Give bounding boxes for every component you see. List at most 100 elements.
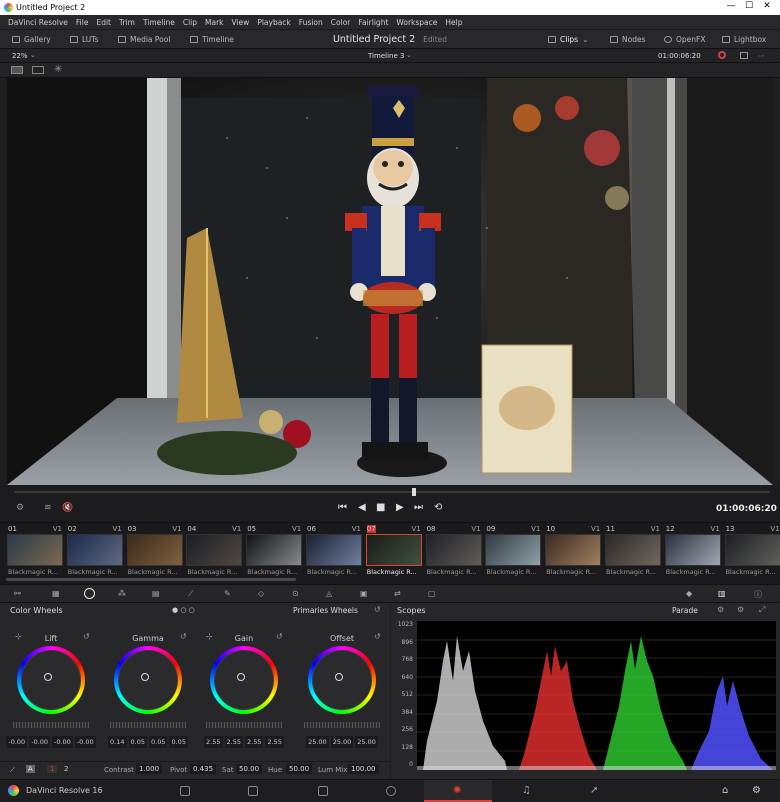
go-to-end-icon[interactable]: ⏭ <box>414 502 423 513</box>
gain-g-value[interactable]: 2.55 <box>245 736 264 748</box>
offset-handle[interactable] <box>335 673 343 681</box>
gain-b-value[interactable]: 2.55 <box>265 736 284 748</box>
menu-file[interactable]: File <box>76 18 89 27</box>
more-options-icon[interactable]: ⋯ <box>758 52 765 60</box>
lift-handle[interactable] <box>44 673 52 681</box>
cut-page-icon[interactable] <box>248 786 258 796</box>
sat-input[interactable]: 50.00 <box>236 764 263 774</box>
scopes-icon[interactable]: ▥ <box>718 589 726 598</box>
nodes-button[interactable]: Nodes <box>610 35 645 44</box>
gamma-y-value[interactable]: 0.14 <box>108 736 127 748</box>
gain-color-ring[interactable] <box>210 646 278 714</box>
gamma-b-value[interactable]: 0.05 <box>169 736 188 748</box>
offset-color-ring[interactable] <box>308 646 376 714</box>
viewer-image[interactable] <box>7 78 773 485</box>
clip-thumbnail[interactable]: 02 V1 Blackmagic R... <box>66 524 124 582</box>
color-match-icon[interactable]: ▦ <box>52 589 60 598</box>
hue-input[interactable]: 50.00 <box>286 764 313 774</box>
color-picker-icon[interactable] <box>718 51 726 59</box>
deliver-page-icon[interactable]: ➚ <box>590 785 598 796</box>
wheels-mode-dropdown[interactable]: Primaries Wheels <box>293 606 358 615</box>
gamma-g-value[interactable]: 0.05 <box>149 736 168 748</box>
offset-master-wheel[interactable] <box>304 722 380 728</box>
motion-effects-icon[interactable]: ▤ <box>152 589 160 598</box>
gamma-r-value[interactable]: 0.05 <box>128 736 147 748</box>
blur-icon[interactable]: ◬ <box>326 589 332 598</box>
menu-fusion[interactable]: Fusion <box>299 18 323 27</box>
lum-mix-input[interactable]: 100.00 <box>348 764 379 774</box>
clip-thumbnail[interactable]: 04 V1 Blackmagic R... <box>185 524 243 582</box>
clip-thumbnail[interactable]: 01 V1 Blackmagic R... <box>6 524 64 582</box>
gain-r-value[interactable]: 2.55 <box>224 736 243 748</box>
page-dots[interactable]: ● ○ ○ <box>172 606 195 614</box>
lift-g-value[interactable]: -0.00 <box>52 736 73 748</box>
reset-icon[interactable]: ↺ <box>374 632 381 641</box>
lift-b-value[interactable]: -0.00 <box>74 736 96 748</box>
sizing-icon[interactable]: ⇄ <box>394 589 401 598</box>
media-page-icon[interactable] <box>180 786 190 796</box>
home-icon[interactable]: ⌂ <box>722 785 728 796</box>
reset-icon[interactable]: ↺ <box>374 605 381 614</box>
clip-thumbnail[interactable]: 10 V1 Blackmagic R... <box>544 524 602 582</box>
camera-raw-icon[interactable]: ⚯ <box>14 589 21 598</box>
menu-clip[interactable]: Clip <box>183 18 197 27</box>
gamma-handle[interactable] <box>141 673 149 681</box>
fit-icon[interactable] <box>740 52 748 59</box>
tracker-icon[interactable]: ⊙ <box>292 589 299 598</box>
reset-icon[interactable]: ↺ <box>83 632 90 641</box>
gain-y-value[interactable]: 2.55 <box>204 736 223 748</box>
3d-icon[interactable]: ▢ <box>428 589 436 598</box>
lift-y-value[interactable]: -0.00 <box>6 736 28 748</box>
offset-g-value[interactable]: 25.00 <box>330 736 354 748</box>
gear-icon[interactable]: ⚙ <box>16 503 24 513</box>
scrubber-track[interactable] <box>14 491 770 493</box>
clip-thumbnail[interactable]: 09 V1 Blackmagic R... <box>484 524 542 582</box>
rgb-mixer-icon[interactable]: ⁂ <box>118 589 126 598</box>
layers-icon[interactable]: ≋ <box>44 503 52 513</box>
gain-handle[interactable] <box>237 673 245 681</box>
loop-icon[interactable]: ⟲ <box>434 502 442 513</box>
clip-thumbnail[interactable]: 06 V1 Blackmagic R... <box>305 524 363 582</box>
gear-icon[interactable]: ⚙ <box>737 605 744 614</box>
page-1-button[interactable]: 1 <box>47 765 58 773</box>
close-button[interactable]: ✕ <box>760 1 774 13</box>
scope-type-dropdown[interactable]: Parade <box>672 606 698 615</box>
clip-thumbnail[interactable]: 08 V1 Blackmagic R... <box>425 524 483 582</box>
reset-icon[interactable]: ↺ <box>276 632 283 641</box>
clip-thumbnail[interactable]: 12 V1 Blackmagic R... <box>664 524 722 582</box>
offset-r-value[interactable]: 25.00 <box>306 736 329 748</box>
clips-button[interactable]: Clips ⌄ <box>548 35 588 44</box>
reset-icon[interactable]: ↺ <box>180 632 187 641</box>
lift-r-value[interactable]: -0.00 <box>29 736 50 748</box>
clip-thumbnail[interactable]: 13 V1 Blackmagic R... <box>724 524 780 582</box>
lift-master-wheel[interactable] <box>13 722 89 728</box>
color-page-icon[interactable]: ✺ <box>453 785 461 796</box>
edit-page-icon[interactable] <box>318 786 328 796</box>
menu-view[interactable]: View <box>232 18 250 27</box>
color-wheels-icon[interactable] <box>84 588 95 599</box>
clip-thumbnail[interactable]: 07 V1 Blackmagic R... <box>365 524 423 582</box>
contrast-input[interactable]: 1.000 <box>136 764 163 774</box>
page-2-button[interactable]: 2 <box>64 765 68 773</box>
gain-master-wheel[interactable] <box>206 722 282 728</box>
timeline-name-dropdown[interactable]: Timeline 3 <box>368 52 404 60</box>
gamma-master-wheel[interactable] <box>110 722 186 728</box>
key-icon[interactable]: ▣ <box>360 589 368 598</box>
settings-icon[interactable]: ⚙ <box>752 785 761 796</box>
menu-color[interactable]: Color <box>331 18 351 27</box>
scope-settings-icon[interactable]: ⚙ <box>717 605 724 614</box>
menu-workspace[interactable]: Workspace <box>396 18 437 27</box>
curves-icon[interactable]: ⟋ <box>188 589 194 599</box>
single-viewer-icon[interactable] <box>11 66 23 74</box>
clip-thumbnail[interactable]: 11 V1 Blackmagic R... <box>604 524 662 582</box>
lightbox-button[interactable]: Lightbox <box>722 35 766 44</box>
menu-trim[interactable]: Trim <box>119 18 135 27</box>
zoom-dropdown[interactable]: 22% <box>12 52 28 60</box>
menu-davinci-resolve[interactable]: DaVinci Resolve <box>8 18 68 27</box>
info-icon[interactable]: ⓘ <box>754 589 762 600</box>
window-icon[interactable]: ◇ <box>258 589 264 598</box>
offset-b-value[interactable]: 25.00 <box>355 736 378 748</box>
menu-edit[interactable]: Edit <box>96 18 111 27</box>
play-reverse-icon[interactable]: ◀ <box>358 502 366 513</box>
maximize-button[interactable]: ☐ <box>742 1 756 13</box>
